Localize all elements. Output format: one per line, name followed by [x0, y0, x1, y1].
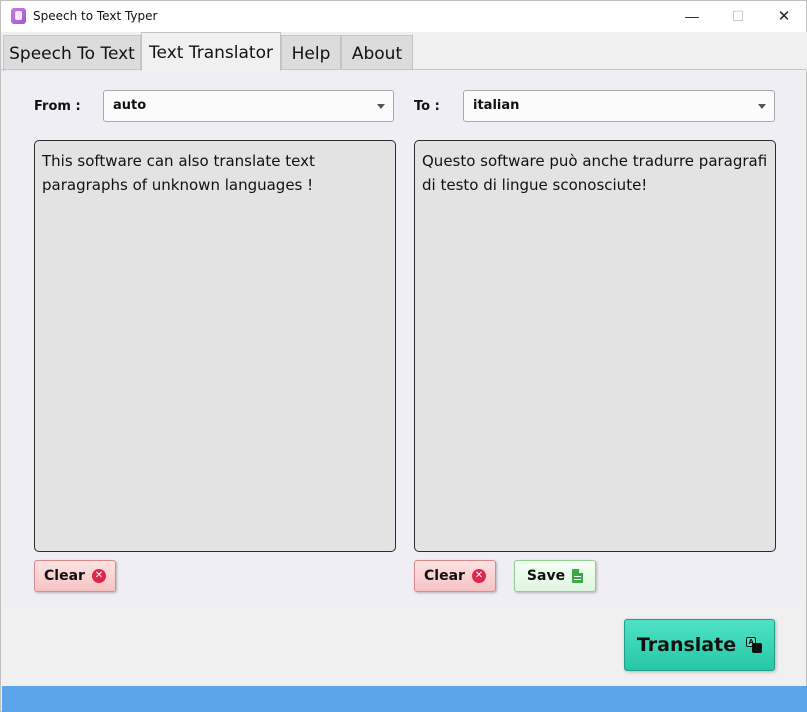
to-language-value: italian	[473, 98, 520, 113]
chevron-down-icon	[377, 104, 385, 109]
document-icon	[572, 569, 584, 583]
title-bar: Speech to Text Typer — ☐ ✕	[1, 1, 806, 32]
close-button[interactable]: ✕	[761, 1, 807, 32]
app-window: Speech to Text Typer — ☐ ✕ Speech To Tex…	[0, 0, 807, 712]
tab-help[interactable]: Help	[281, 35, 341, 71]
to-language-select[interactable]: italian	[463, 90, 775, 122]
save-button[interactable]: Save	[514, 560, 596, 592]
translate-label: Translate	[636, 634, 737, 656]
close-circle-icon: ✕	[471, 569, 486, 583]
translate-button[interactable]: Translate A	[624, 619, 775, 671]
save-label: Save	[526, 568, 566, 584]
tab-about[interactable]: About	[341, 35, 413, 71]
tab-text-translator[interactable]: Text Translator	[141, 32, 281, 71]
translate-icon: A	[746, 637, 763, 653]
maximize-button[interactable]: ☐	[715, 1, 761, 32]
clear-target-label: Clear	[424, 568, 465, 584]
clear-target-button[interactable]: Clear ✕	[414, 560, 496, 592]
close-circle-icon: ✕	[91, 569, 106, 583]
app-icon	[11, 8, 26, 24]
minimize-button[interactable]: —	[669, 1, 715, 32]
status-bar	[2, 686, 807, 712]
clear-source-label: Clear	[44, 568, 85, 584]
chevron-down-icon	[758, 104, 766, 109]
from-language-value: auto	[113, 98, 147, 113]
from-language-select[interactable]: auto	[103, 90, 394, 122]
clear-source-button[interactable]: Clear ✕	[34, 560, 116, 592]
tab-speech-to-text[interactable]: Speech To Text	[3, 35, 141, 71]
target-text-area[interactable]: Questo software può anche tradurre parag…	[414, 140, 776, 552]
source-text-area[interactable]: This software can also translate text pa…	[34, 140, 396, 552]
tab-bar: Speech To Text Text Translator Help Abou…	[2, 32, 807, 71]
from-label: From :	[34, 99, 81, 114]
to-label: To :	[414, 99, 440, 114]
window-title: Speech to Text Typer	[33, 9, 158, 23]
